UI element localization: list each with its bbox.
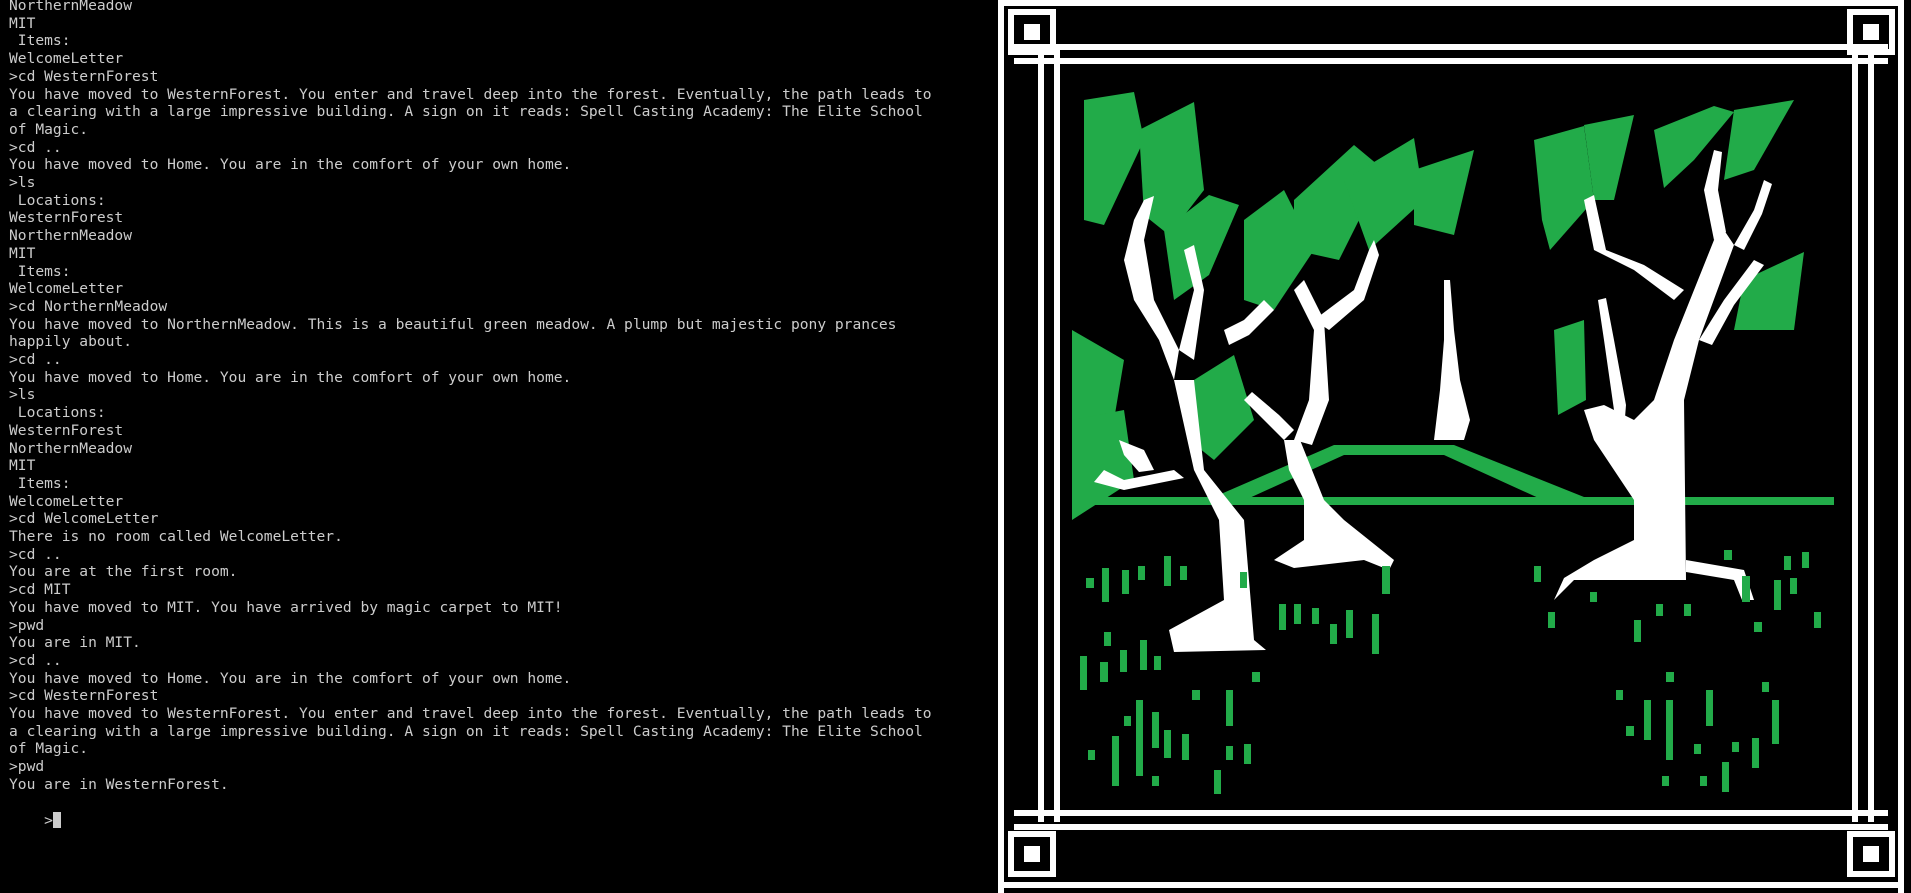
terminal-line: >cd .. <box>9 545 62 563</box>
terminal-line: a clearing with a large impressive build… <box>9 103 923 121</box>
terminal-line: Items: <box>9 262 71 280</box>
terminal-line: You have moved to Home. You are in the c… <box>9 669 572 687</box>
terminal-line: >cd WesternForest <box>9 67 159 85</box>
forest-pixel-art <box>994 0 1908 893</box>
terminal-line: WelcomeLetter <box>9 492 124 510</box>
terminal-line: Locations: <box>9 404 106 422</box>
terminal-line: >pwd <box>9 616 45 634</box>
terminal-line: >cd WelcomeLetter <box>9 510 159 528</box>
terminal-line: WesternForest <box>9 421 124 439</box>
terminal-line: >cd NorthernMeadow <box>9 297 168 315</box>
terminal-line: >cd .. <box>9 351 62 368</box>
terminal-line: You have moved to Home. You are in the c… <box>9 368 572 386</box>
terminal-line: MIT <box>9 457 36 475</box>
terminal-line: of Magic. <box>9 120 89 138</box>
terminal-line: You have moved to Home. You are in the c… <box>9 156 572 174</box>
terminal-line: You have moved to WesternForest. You ent… <box>9 85 932 103</box>
terminal-line: You have moved to MIT. You have arrived … <box>9 598 563 616</box>
terminal-output[interactable]: NorthernMeadow MIT Items: WelcomeLetter >cd… <box>0 0 1000 893</box>
terminal-line: There is no room called WelcomeLetter. <box>9 528 343 545</box>
terminal-line: happily about. <box>9 333 133 351</box>
terminal-line: Locations: <box>9 191 106 209</box>
terminal-line: a clearing with a large impressive build… <box>9 722 923 740</box>
terminal-line: >pwd <box>9 758 45 776</box>
terminal-line: >cd WesternForest <box>9 687 159 705</box>
terminal-line: You are in MIT. <box>9 634 141 652</box>
terminal-line: MIT <box>9 244 36 262</box>
terminal-line: >cd .. <box>9 651 62 669</box>
terminal-line: >cd .. <box>9 138 62 156</box>
terminal-line: NorthernMeadow <box>9 227 133 245</box>
terminal-line: WelcomeLetter <box>9 280 124 298</box>
terminal-line: >ls <box>9 386 36 404</box>
terminal-line: You are at the first room. <box>9 563 238 581</box>
terminal-line: Items: <box>9 474 71 492</box>
prompt-symbol: > <box>44 811 53 829</box>
terminal-line: You are in WesternForest. <box>9 775 229 793</box>
terminal-line: WesternForest <box>9 209 124 227</box>
terminal-line: WelcomeLetter <box>9 50 124 68</box>
terminal-line: You have moved to NorthernMeadow. This i… <box>9 315 897 333</box>
text-cursor <box>52 811 61 828</box>
terminal-line: of Magic. <box>9 740 89 758</box>
command-prompt[interactable]: > <box>9 794 61 848</box>
terminal-line: NorthernMeadow <box>9 439 133 457</box>
terminal-line: >cd MIT <box>9 581 71 599</box>
terminal-line: >ls <box>9 174 36 191</box>
terminal-line: Items: <box>9 32 71 50</box>
terminal-line: MIT <box>9 14 36 32</box>
terminal-line: NorthernMeadow <box>9 0 133 14</box>
terminal-line: You have moved to WesternForest. You ent… <box>9 705 932 722</box>
